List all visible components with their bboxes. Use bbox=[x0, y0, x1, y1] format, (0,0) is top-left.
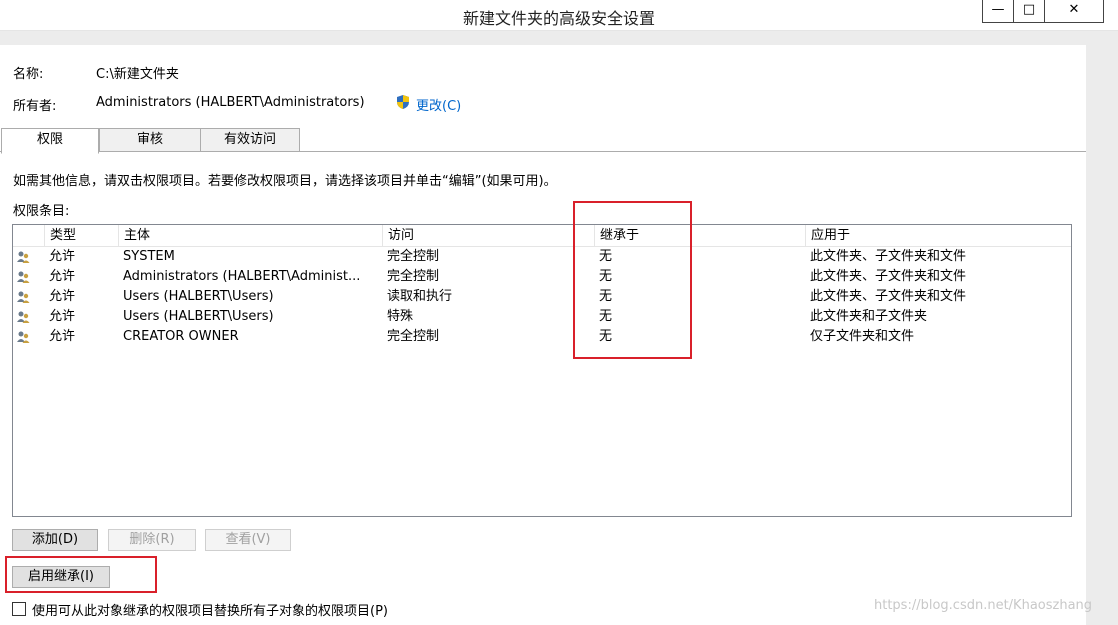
row-access: 读取和执行 bbox=[387, 289, 453, 304]
table-row[interactable]: 允许 CREATOR OWNER 完全控制 无 仅子文件夹和文件 bbox=[13, 327, 1071, 347]
row-access: 完全控制 bbox=[387, 269, 440, 284]
remove-button[interactable]: 删除(R) bbox=[108, 529, 196, 551]
row-principal: Administrators (HALBERT\Administ... bbox=[123, 269, 361, 284]
row-type: 允许 bbox=[49, 269, 76, 284]
column-header-type[interactable]: 类型 bbox=[45, 225, 119, 246]
minimize-button[interactable]: — bbox=[982, 0, 1014, 23]
tab-effective-access[interactable]: 有效访问 bbox=[200, 128, 300, 151]
replace-child-permissions-checkbox[interactable] bbox=[12, 602, 26, 616]
tab-permissions[interactable]: 权限 bbox=[1, 128, 99, 154]
row-access: 完全控制 bbox=[387, 249, 440, 264]
inherited-from-highlight bbox=[573, 201, 692, 359]
row-type: 允许 bbox=[49, 289, 76, 304]
title-bar: 新建文件夹的高级安全设置 — □ ✕ bbox=[0, 0, 1118, 31]
users-icon bbox=[17, 331, 30, 343]
column-header-applies-to[interactable]: 应用于 bbox=[806, 225, 1071, 246]
row-applies-to: 此文件夹和子文件夹 bbox=[810, 309, 928, 324]
tab-auditing[interactable]: 审核 bbox=[99, 128, 201, 151]
tab-divider bbox=[0, 151, 1086, 152]
row-applies-to: 此文件夹、子文件夹和文件 bbox=[810, 269, 967, 284]
row-principal: Users (HALBERT\Users) bbox=[123, 309, 274, 324]
add-button[interactable]: 添加(D) bbox=[12, 529, 98, 551]
row-applies-to: 仅子文件夹和文件 bbox=[810, 329, 915, 344]
row-applies-to: 此文件夹、子文件夹和文件 bbox=[810, 289, 967, 304]
row-principal: CREATOR OWNER bbox=[123, 329, 239, 344]
table-row[interactable]: 允许 Users (HALBERT\Users) 特殊 无 此文件夹和子文件夹 bbox=[13, 307, 1071, 327]
advanced-security-window: 新建文件夹的高级安全设置 — □ ✕ 名称: C:\新建文件夹 所有者: Adm… bbox=[0, 0, 1118, 625]
instructions-text: 如需其他信息，请双击权限项目。若要修改权限项目，请选择该项目并单击“编辑”(如果… bbox=[13, 174, 557, 189]
uac-shield-icon bbox=[397, 95, 409, 109]
row-type: 允许 bbox=[49, 329, 76, 344]
window-title: 新建文件夹的高级安全设置 bbox=[462, 9, 655, 28]
row-principal: SYSTEM bbox=[123, 249, 175, 264]
row-type: 允许 bbox=[49, 309, 76, 324]
close-button[interactable]: ✕ bbox=[1044, 0, 1104, 23]
permission-entries-label: 权限条目: bbox=[13, 204, 70, 219]
owner-label: 所有者: bbox=[13, 99, 57, 114]
row-access: 完全控制 bbox=[387, 329, 440, 344]
users-icon bbox=[17, 271, 30, 283]
table-row[interactable]: 允许 Users (HALBERT\Users) 读取和执行 无 此文件夹、子文… bbox=[13, 287, 1071, 307]
enable-inheritance-highlight bbox=[5, 556, 157, 593]
change-owner-link[interactable]: 更改(C) bbox=[416, 95, 461, 114]
name-label: 名称: bbox=[13, 67, 44, 82]
table-row[interactable]: 允许 Administrators (HALBERT\Administ... 完… bbox=[13, 267, 1071, 287]
column-header-principal[interactable]: 主体 bbox=[119, 225, 383, 246]
replace-child-permissions-label: 使用可从此对象继承的权限项目替换所有子对象的权限项目(P) bbox=[32, 604, 388, 619]
row-applies-to: 此文件夹、子文件夹和文件 bbox=[810, 249, 967, 264]
row-principal: Users (HALBERT\Users) bbox=[123, 289, 274, 304]
vertical-scrollbar[interactable] bbox=[1086, 45, 1118, 625]
name-value: C:\新建文件夹 bbox=[96, 67, 179, 82]
row-type: 允许 bbox=[49, 249, 76, 264]
table-row[interactable]: 允许 SYSTEM 完全控制 无 此文件夹、子文件夹和文件 bbox=[13, 247, 1071, 267]
maximize-button[interactable]: □ bbox=[1013, 0, 1045, 23]
users-icon bbox=[17, 291, 30, 303]
users-icon bbox=[17, 311, 30, 323]
watermark: https://blog.csdn.net/Khaoszhang bbox=[874, 598, 1093, 613]
users-icon bbox=[17, 251, 30, 263]
column-header-icon bbox=[13, 225, 45, 246]
row-access: 特殊 bbox=[387, 309, 414, 324]
owner-value: Administrators (HALBERT\Administrators) bbox=[96, 95, 365, 110]
permission-entries-list[interactable]: 类型 主体 访问 继承于 应用于 允许 SYSTEM 完全控制 无 此文件夹、子… bbox=[12, 224, 1072, 517]
column-header-access[interactable]: 访问 bbox=[383, 225, 595, 246]
dialog-client-area: 名称: C:\新建文件夹 所有者: Administrators (HALBER… bbox=[0, 45, 1086, 625]
view-button[interactable]: 查看(V) bbox=[205, 529, 291, 551]
